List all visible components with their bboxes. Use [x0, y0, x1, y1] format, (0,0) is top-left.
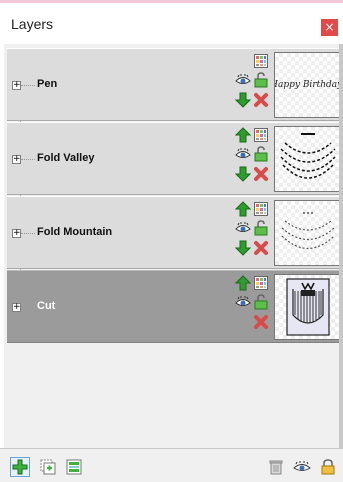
layer-row-pen[interactable]: + Pen Happy Birthday! [7, 48, 343, 121]
move-down-icon[interactable] [235, 166, 251, 182]
scrollbar-edge [339, 44, 343, 448]
lock-open-icon[interactable] [253, 220, 269, 236]
layer-row-fold-valley[interactable]: + Fold Valley [7, 122, 343, 195]
move-down-icon[interactable] [235, 240, 251, 256]
expand-toggle[interactable]: + [12, 303, 21, 312]
delete-x-icon[interactable] [253, 240, 269, 256]
visibility-eye-icon[interactable] [235, 72, 251, 88]
lock-open-icon[interactable] [253, 146, 269, 162]
fold-mountain-thumbnail-icon [274, 200, 343, 266]
thumbnail-text: Happy Birthday! [275, 80, 342, 90]
layer-name: Cut [37, 300, 56, 312]
visibility-eye-icon[interactable] [235, 146, 251, 162]
layer-name: Fold Mountain [37, 226, 113, 238]
layer-properties-icon[interactable] [64, 457, 84, 477]
duplicate-layer-icon[interactable] [38, 457, 58, 477]
color-grid-icon[interactable] [253, 201, 269, 217]
color-grid-icon[interactable] [253, 127, 269, 143]
layers-list: + Pen Happy Birthday! + Fold Valley [4, 44, 343, 448]
cut-thumbnail-icon [274, 274, 343, 340]
fold-valley-thumbnail-icon [274, 126, 343, 192]
move-down-icon[interactable] [235, 92, 251, 108]
move-up-icon[interactable] [235, 275, 251, 291]
title-bar: Layers × [0, 3, 343, 44]
trash-icon[interactable] [266, 457, 286, 477]
expand-toggle[interactable]: + [12, 229, 21, 238]
color-grid-icon[interactable] [253, 275, 269, 291]
visibility-eye-icon[interactable] [235, 220, 251, 236]
bottom-toolbar [0, 448, 343, 482]
layer-name: Fold Valley [37, 152, 95, 164]
tree-branch [21, 307, 35, 308]
layer-name: Pen [37, 78, 58, 90]
expand-toggle[interactable]: + [12, 81, 21, 90]
delete-x-icon[interactable] [253, 92, 269, 108]
move-up-icon[interactable] [235, 127, 251, 143]
tree-branch [21, 159, 35, 160]
window-title: Layers [11, 16, 54, 32]
pen-thumbnail-icon: Happy Birthday! [274, 52, 343, 118]
close-button[interactable]: × [321, 19, 338, 36]
delete-x-icon[interactable] [253, 314, 269, 330]
tree-branch [21, 233, 35, 234]
delete-x-icon[interactable] [253, 166, 269, 182]
layer-row-cut[interactable]: + Cut [7, 270, 343, 343]
expand-toggle[interactable]: + [12, 155, 21, 164]
lock-open-icon[interactable] [253, 294, 269, 310]
add-layer-icon[interactable] [10, 457, 30, 477]
tree-branch [21, 85, 35, 86]
color-grid-icon[interactable] [253, 53, 269, 69]
lock-open-icon[interactable] [253, 72, 269, 88]
visibility-eye-icon[interactable] [235, 294, 251, 310]
move-up-icon[interactable] [235, 201, 251, 217]
lock-icon[interactable] [318, 457, 338, 477]
layer-row-fold-mountain[interactable]: + Fold Mountain [7, 196, 343, 269]
visibility-eye-icon[interactable] [292, 457, 312, 477]
